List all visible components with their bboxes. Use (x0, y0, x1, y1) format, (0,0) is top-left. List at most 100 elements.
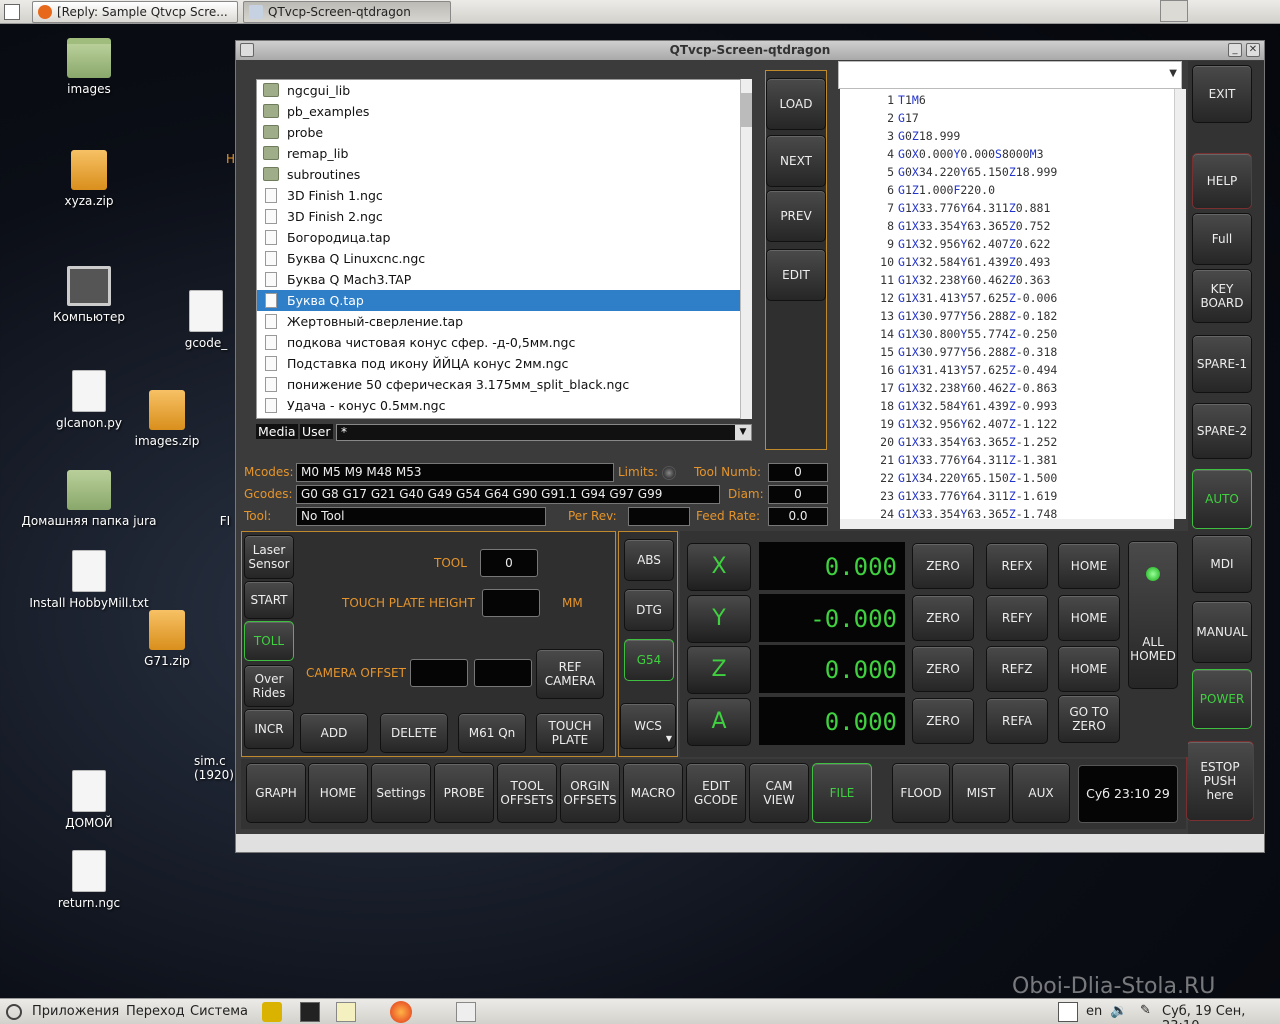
go-to-zero-button[interactable]: GO TO ZERO (1058, 695, 1120, 743)
gcode-line[interactable]: 6 G1Z1.000F220.0 (840, 181, 1180, 199)
gcode-line[interactable]: 13 G1X30.977Y56.288Z-0.182 (840, 307, 1180, 325)
home-x-button[interactable]: HOME (1058, 543, 1120, 589)
taskbar-tab-firefox[interactable]: [Reply: Sample Qtvcp Scre... (32, 1, 238, 23)
m61-button[interactable]: M61 Qn (458, 713, 526, 753)
minimize-button[interactable]: _ (1228, 43, 1242, 57)
power-button[interactable]: POWER (1192, 669, 1252, 729)
gcode-line[interactable]: 12 G1X31.413Y57.625Z-0.006 (840, 289, 1180, 307)
prev-button[interactable]: PREV (766, 190, 826, 242)
gcode-editor[interactable]: 1 T1M6 2 G17 3 G0Z18.999 4 G0X0.000Y0.000S8000M… (840, 89, 1180, 519)
axis-a-button[interactable]: A (687, 698, 751, 746)
touch-plate-button[interactable]: TOUCH PLATE (536, 713, 604, 753)
file-list-item[interactable]: понижение 50 сферическая 3.175мм_split_b… (257, 374, 751, 395)
mdi-button[interactable]: MDI (1192, 535, 1252, 593)
gcode-line[interactable]: 23 G1X33.776Y64.311Z-1.619 (840, 487, 1180, 505)
applications-menu[interactable]: Приложения (32, 1004, 119, 1019)
keyboard-layout[interactable]: en (1086, 1004, 1102, 1019)
desktop-icon-install-hobbymill[interactable]: Install HobbyMill.txt (14, 550, 164, 610)
home-y-button[interactable]: HOME (1058, 595, 1120, 641)
tab-edit-gcode[interactable]: EDIT GCODE (686, 763, 746, 823)
desktop-icon-images[interactable]: images (24, 38, 154, 96)
ref-z-button[interactable]: REFZ (986, 646, 1048, 692)
text-editor-launcher-icon[interactable] (336, 1002, 356, 1022)
gcode-line[interactable]: 8 G1X33.354Y63.365Z0.752 (840, 217, 1180, 235)
scroll-thumb[interactable] (741, 93, 752, 127)
terminal-launcher-icon[interactable] (300, 1002, 320, 1022)
network-icon[interactable]: ✎ (1140, 1003, 1158, 1021)
start-button[interactable]: START (244, 581, 294, 619)
firefox-launcher-icon[interactable] (390, 1001, 412, 1023)
gcode-line[interactable]: 2 G17 (840, 109, 1180, 127)
spare1-button[interactable]: SPARE-1 (1192, 335, 1252, 393)
tab-home[interactable]: HOME (308, 763, 368, 823)
file-list-item[interactable]: Удача - конус 0.5мм.ngc (257, 395, 751, 416)
desktop-icon-images-zip[interactable]: images.zip (102, 390, 232, 448)
file-list-item[interactable]: Буква Q Linuxcnc.ngc (257, 248, 751, 269)
delete-button[interactable]: DELETE (380, 713, 448, 753)
volume-icon[interactable]: 🔉 (1110, 1003, 1128, 1021)
gcode-hscrollbar[interactable] (840, 519, 1174, 529)
workspace-icon[interactable] (1058, 1002, 1078, 1022)
tab-graph[interactable]: GRAPH (246, 763, 306, 823)
removable-drive-icon[interactable] (456, 1002, 476, 1022)
gcode-vscrollbar[interactable] (1174, 89, 1186, 519)
auto-button[interactable]: AUTO (1192, 469, 1252, 529)
gcode-line[interactable]: 20 G1X33.354Y63.365Z-1.252 (840, 433, 1180, 451)
tab-macro[interactable]: MACRO (623, 763, 683, 823)
close-button[interactable]: ✕ (1246, 43, 1260, 57)
tab-cam-view[interactable]: CAM VIEW (749, 763, 809, 823)
file-list-item[interactable]: Подставка под икону ЙЙЦА конус 2мм.ngc (257, 353, 751, 374)
datetime[interactable]: Суб, 19 Сен, 23:10 (1162, 1004, 1280, 1024)
full-button[interactable]: Full (1192, 213, 1252, 265)
gcode-line[interactable]: 17 G1X32.238Y60.462Z-0.863 (840, 379, 1180, 397)
overrides-button[interactable]: Over Rides (244, 665, 294, 707)
file-list-item[interactable]: pb_examples (257, 101, 751, 122)
window-titlebar[interactable]: QTvcp-Screen-qtdragon (236, 41, 1264, 60)
tab-file[interactable]: FILE (812, 763, 872, 823)
axis-y-button[interactable]: Y (687, 595, 751, 643)
file-list-item[interactable]: Буква Q Mach3.TAP (257, 269, 751, 290)
desktop-icon-return[interactable]: return.ngc (24, 850, 154, 910)
camera-offset-y-field[interactable] (474, 659, 532, 687)
zero-z-button[interactable]: ZERO (912, 646, 974, 692)
estop-button[interactable]: ESTOP PUSH here (1186, 741, 1254, 821)
desktop-icon-computer[interactable]: Компьютер (24, 266, 154, 324)
gcode-line[interactable]: 21 G1X33.776Y64.311Z-1.381 (840, 451, 1180, 469)
dtg-button[interactable]: DTG (624, 589, 674, 631)
file-list-item[interactable]: Богородица.tap (257, 227, 751, 248)
taskbar-tab-qtvcp[interactable]: QTvcp-Screen-qtdragon (243, 1, 451, 23)
system-menu[interactable]: Система (190, 1004, 248, 1019)
g54-button[interactable]: G54 (624, 639, 674, 681)
gcode-line[interactable]: 4 G0X0.000Y0.000S8000M3 (840, 145, 1180, 163)
tab-settings[interactable]: Settings (371, 763, 431, 823)
camera-offset-x-field[interactable] (410, 659, 468, 687)
zero-a-button[interactable]: ZERO (912, 698, 974, 744)
media-button[interactable]: Media (256, 424, 298, 439)
gcode-line[interactable]: 18 G1X32.584Y61.439Z-0.993 (840, 397, 1180, 415)
workspace-switcher[interactable] (1160, 0, 1188, 22)
incr-button[interactable]: INCR (244, 709, 294, 749)
file-list-item[interactable]: probe (257, 122, 751, 143)
axis-x-button[interactable]: X (687, 543, 751, 591)
gcode-line[interactable]: 9 G1X32.956Y62.407Z0.622 (840, 235, 1180, 253)
ref-y-button[interactable]: REFY (986, 595, 1048, 641)
desktop-icon-home[interactable]: Домашняя папка jura (4, 470, 174, 528)
gcode-line[interactable]: 15 G1X30.977Y56.288Z-0.318 (840, 343, 1180, 361)
axis-z-button[interactable]: Z (687, 646, 751, 694)
show-desktop-icon[interactable] (4, 4, 20, 20)
ref-camera-button[interactable]: REF CAMERA (536, 649, 604, 699)
filter-select[interactable]: * ▼ (336, 424, 752, 441)
gcode-line[interactable]: 14 G1X30.800Y55.774Z-0.250 (840, 325, 1180, 343)
desktop-icon-gcode[interactable]: gcode_ (166, 290, 246, 350)
linuxcnc-launcher-icon[interactable] (262, 1002, 282, 1022)
zero-x-button[interactable]: ZERO (912, 543, 974, 589)
aux-button[interactable]: AUX (1012, 763, 1070, 823)
toll-button[interactable]: TOLL (244, 621, 294, 661)
file-list-item[interactable]: Буква Q.tap (257, 290, 751, 311)
zero-y-button[interactable]: ZERO (912, 595, 974, 641)
help-button[interactable]: HELP (1192, 153, 1252, 209)
mist-button[interactable]: MIST (952, 763, 1010, 823)
user-button[interactable]: User (300, 424, 333, 439)
next-button[interactable]: NEXT (766, 135, 826, 187)
file-list[interactable]: ngcgui_lib pb_examples probe remap_lib subro… (256, 79, 752, 419)
